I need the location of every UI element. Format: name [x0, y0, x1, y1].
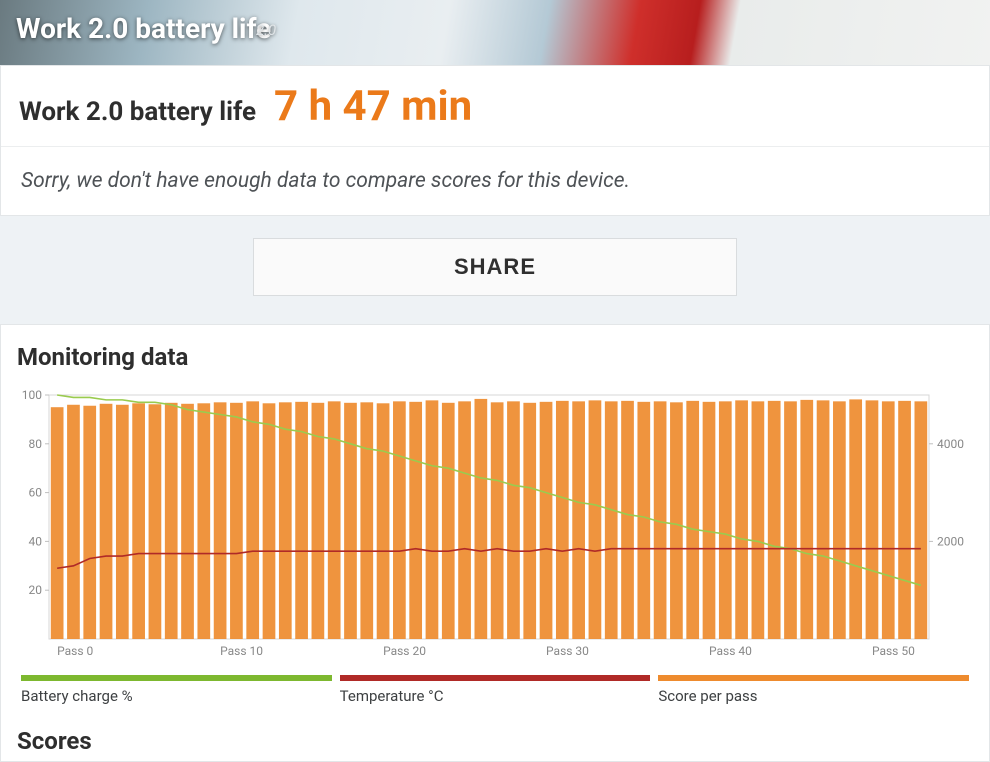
- svg-text:Pass 30: Pass 30: [546, 644, 589, 658]
- svg-text:Pass 40: Pass 40: [709, 644, 752, 658]
- svg-text:Pass 20: Pass 20: [383, 644, 426, 658]
- legend-label-battery: Battery charge %: [21, 687, 332, 705]
- legend-label-temperature: Temperature °C: [340, 687, 651, 705]
- share-button[interactable]: SHARE: [253, 238, 737, 296]
- svg-text:Pass 0: Pass 0: [57, 644, 93, 658]
- svg-text:20: 20: [29, 583, 43, 597]
- svg-text:100: 100: [22, 388, 42, 402]
- legend-battery: Battery charge %: [21, 675, 332, 705]
- svg-text:80: 80: [29, 437, 43, 451]
- svg-text:40: 40: [29, 534, 43, 548]
- legend-temperature: Temperature °C: [340, 675, 651, 705]
- svg-text:60: 60: [29, 486, 43, 500]
- hero-banner: Work 2.0 battery life 2.0: [0, 0, 990, 65]
- chart-svg: 20 40 60 80 100 2000 4000 Pass 0 Pass 10 Pass 20 P…: [17, 387, 975, 667]
- legend-label-score: Score per pass: [658, 687, 969, 705]
- chart-legend: Battery charge % Temperature °C Score pe…: [1, 667, 989, 705]
- legend-swatch-red: [340, 675, 651, 681]
- score-label: Work 2.0 battery life: [19, 97, 256, 127]
- compare-message: Sorry, we don't have enough data to comp…: [1, 146, 989, 215]
- svg-text:4000: 4000: [937, 437, 964, 451]
- score-value: 7 h 47 min: [274, 86, 472, 128]
- monitoring-card: Monitoring data 20 40 60 80 100 2000 4000 Pass …: [0, 324, 990, 762]
- scores-heading: Scores: [1, 705, 989, 755]
- score-card: Work 2.0 battery life 7 h 47 min Sorry, …: [0, 65, 990, 216]
- hero-title: Work 2.0 battery life: [16, 12, 271, 45]
- svg-text:Pass 50: Pass 50: [872, 644, 915, 658]
- legend-score: Score per pass: [658, 675, 969, 705]
- hero-version: 2.0: [256, 21, 276, 39]
- legend-swatch-green: [21, 675, 332, 681]
- svg-text:2000: 2000: [937, 534, 964, 548]
- legend-swatch-orange: [658, 675, 969, 681]
- monitoring-title: Monitoring data: [1, 325, 989, 381]
- svg-text:Pass 10: Pass 10: [220, 644, 263, 658]
- monitoring-chart: 20 40 60 80 100 2000 4000 Pass 0 Pass 10 Pass 20 P…: [1, 381, 989, 667]
